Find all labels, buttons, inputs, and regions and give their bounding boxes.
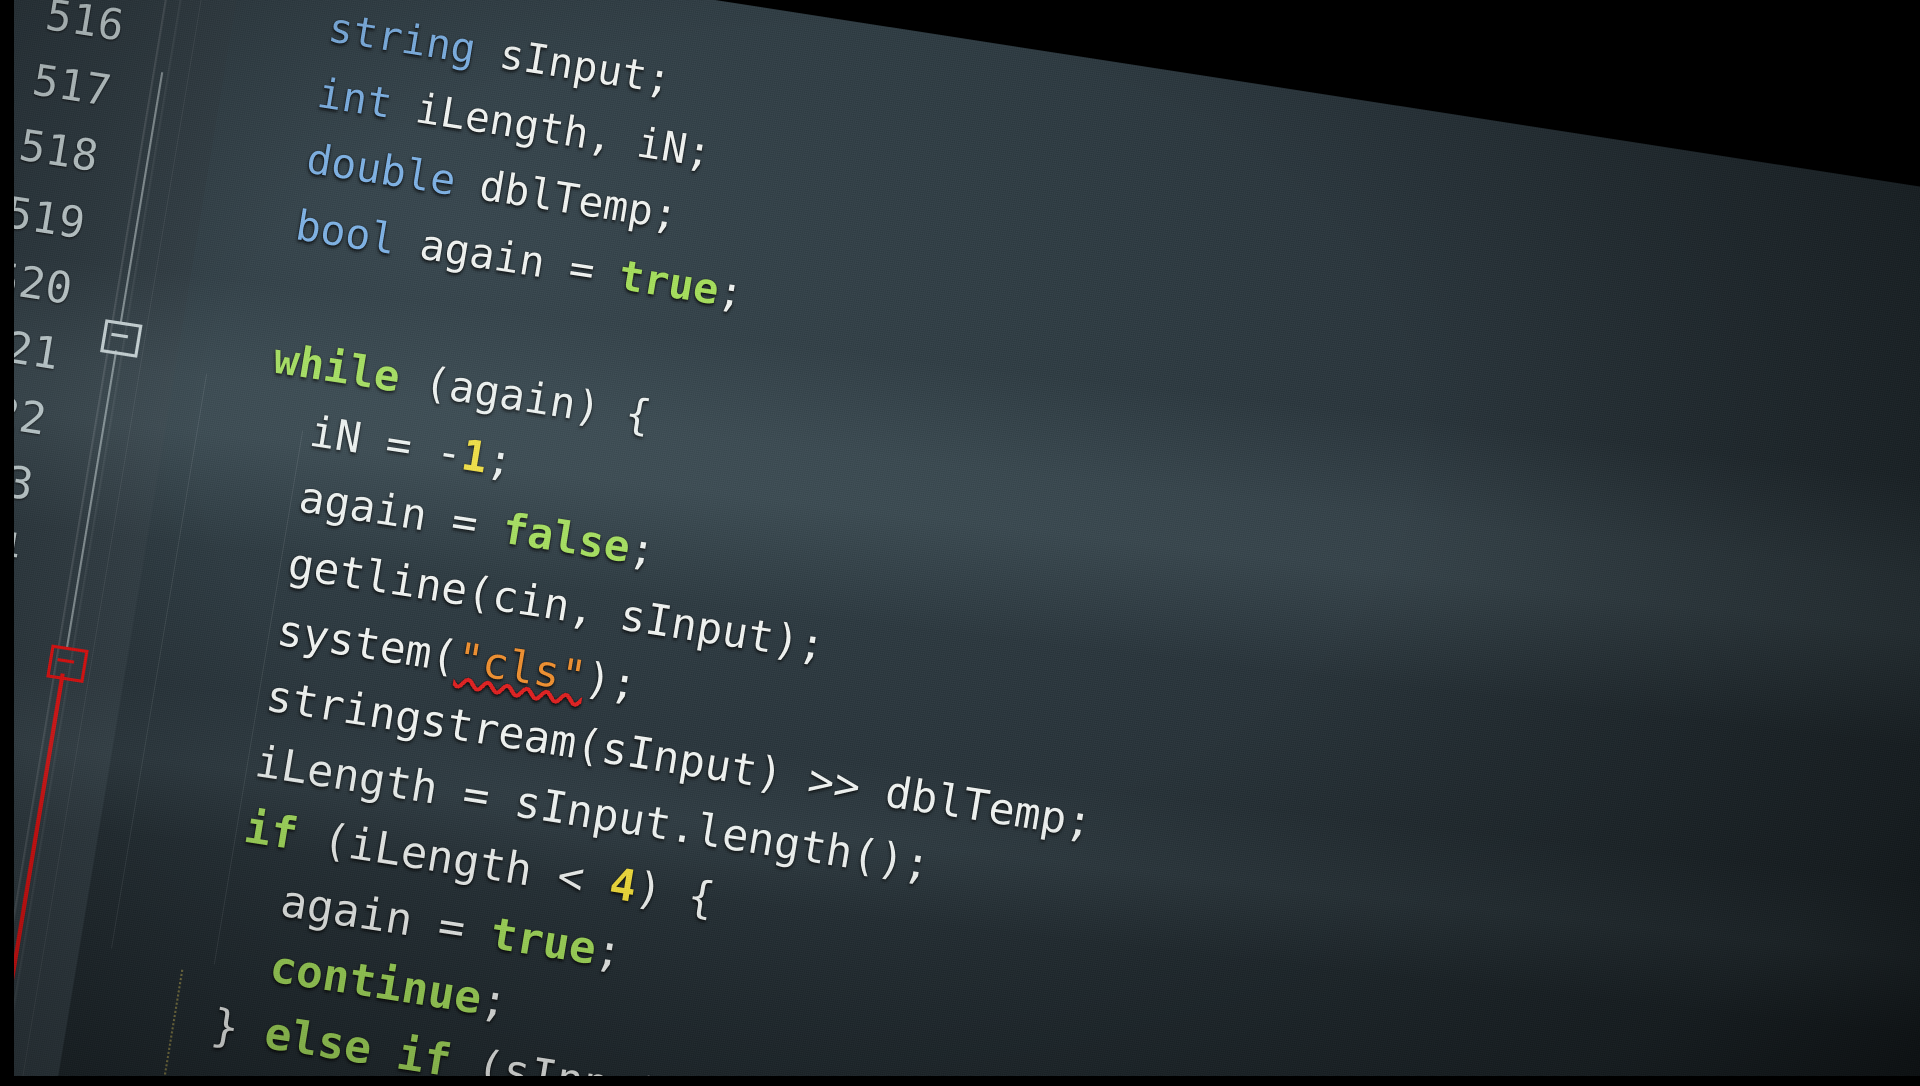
code-token: ) { (631, 862, 719, 925)
code-token: true (486, 907, 601, 974)
code-token: else if (260, 1007, 455, 1086)
code-token: sInput; (471, 26, 675, 105)
code-token: int (313, 69, 396, 129)
code-token: true (615, 251, 723, 315)
code-token: bool (292, 201, 400, 265)
code-token: again = (391, 216, 624, 299)
code-token: } (207, 999, 270, 1059)
code-token: while (270, 333, 404, 402)
fold-collapse-widget-region-start[interactable] (46, 644, 89, 684)
code-line[interactable]: } else if (sInput[iLength - 3] != '.') { (208, 999, 1276, 1086)
code-token: ); (581, 651, 642, 710)
code-token: "cls" (453, 631, 590, 703)
monitor-bezel-left (0, 0, 14, 1086)
code-token: iN = - (306, 406, 467, 480)
code-token: string (324, 3, 480, 74)
code-line[interactable]: iN = -1; (306, 406, 516, 487)
code-token: again = (277, 874, 496, 958)
code-line[interactable]: bool again = true; (292, 202, 747, 318)
code-token: if (240, 801, 302, 861)
fold-collapse-widget-top[interactable] (100, 319, 143, 358)
code-token: false (498, 503, 634, 573)
monitor-bezel-bottom (0, 1076, 1920, 1086)
indent-guide-dotted (152, 969, 185, 1086)
code-token: system( (273, 604, 462, 683)
monitor-screen-surface: 5165175185195205215225235245255265275285… (0, 0, 1920, 1086)
code-token: dblTemp; (451, 158, 682, 241)
screenshot-root: 5165175185195205215225235245255265275285… (0, 0, 1920, 1086)
code-token: again = (295, 472, 507, 554)
line-number-column: 5165175185195205215225235245255265275285… (0, 0, 1920, 643)
code-area[interactable]: string sInput; int iLength, iN; double dbl… (0, 0, 1920, 1086)
code-token: double (303, 135, 460, 206)
